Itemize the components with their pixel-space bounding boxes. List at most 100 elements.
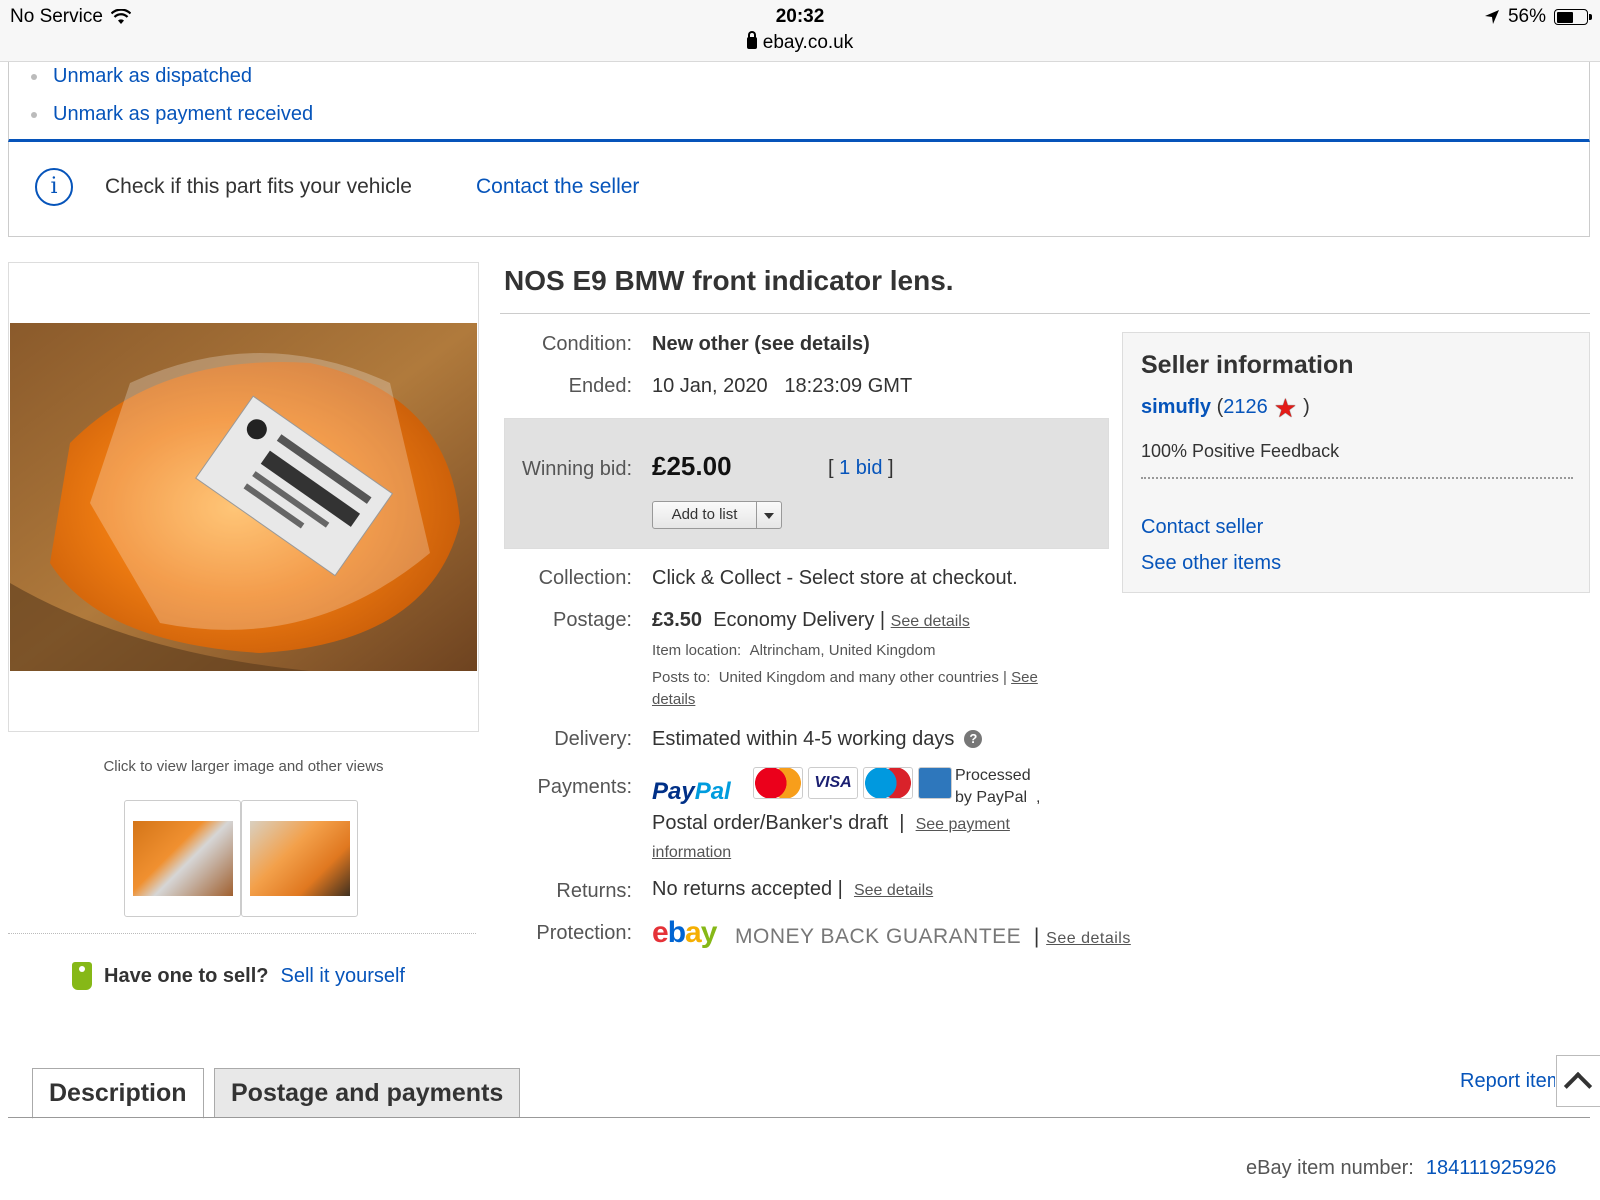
seller-name-row: simufly (2126 ★) (1141, 393, 1310, 424)
image-caption: Click to view larger image and other vie… (103, 758, 384, 775)
ended-label: Ended: (568, 375, 632, 397)
fitment-text: Check if this part fits your vehicle (105, 175, 412, 198)
posts-to-see-link[interactable]: See (1011, 669, 1038, 686)
protection-separator: | (1033, 925, 1040, 948)
thumbnail[interactable] (124, 800, 241, 917)
mbg-text: MONEY BACK GUARANTEE (735, 925, 1022, 948)
postage-see-details-link[interactable]: See details (891, 613, 970, 630)
thumbnail-image (132, 821, 233, 896)
battery-percent: 56% (1507, 6, 1546, 27)
action-item: Unmark as payment received (30, 100, 313, 138)
bid-history-link[interactable]: 1 bid (839, 457, 882, 479)
paypal-logo: PayPal (652, 778, 731, 806)
product-photo (10, 323, 477, 671)
returns-value: No returns accepted | See details (652, 878, 933, 901)
postage-value: £3.50 Economy Delivery | See details (652, 609, 970, 632)
processed-line-1: Processed (955, 767, 1031, 784)
ended-time: 18:23:09 GMT (784, 375, 913, 397)
processed-line-2: by PayPal (955, 789, 1028, 806)
help-icon[interactable]: ? (964, 730, 983, 748)
item-location: Item location: Altrincham, United Kingdo… (652, 642, 935, 659)
collection-label: Collection: (538, 567, 632, 589)
lock-icon (746, 31, 757, 49)
seller-info-box: Seller information simufly (2126 ★) 100% … (1122, 332, 1590, 593)
chevron-down-icon[interactable] (757, 502, 781, 528)
seller-name-link[interactable]: simufly (1141, 396, 1211, 418)
seller-open-paren: ( (1211, 396, 1224, 418)
winning-bid-label: Winning bid: (521, 458, 632, 480)
bid-count: [ 1 bid ] (828, 457, 894, 480)
star-icon: ★ (1273, 393, 1298, 423)
paypal-logo-pay: Pay (652, 778, 695, 805)
protection-label: Protection: (536, 922, 632, 944)
paypal-logo-pal: Pal (694, 778, 731, 805)
payment-information-link[interactable]: information (652, 844, 731, 861)
money-back-guarantee: MONEY BACK GUARANTEE | See details (735, 925, 1131, 949)
winning-bid-price: £25.00 (652, 451, 732, 481)
payment-separator: | (899, 812, 905, 834)
payment-cards: VISA (753, 767, 952, 799)
seller-close-paren: ) (1303, 396, 1310, 418)
address-bar[interactable]: ebay.co.uk (0, 31, 1600, 54)
unmark-dispatched-link[interactable]: Unmark as dispatched (53, 65, 252, 87)
returns-text: No returns accepted | (652, 878, 843, 900)
postage-price: £3.50 (652, 609, 703, 631)
bid-box (504, 418, 1109, 549)
ended-value: 10 Jan, 2020 18:23:09 GMT (652, 375, 912, 398)
battery-icon (1554, 9, 1592, 25)
seller-heading: Seller information (1141, 351, 1354, 379)
action-item: Unmark as dispatched (30, 62, 313, 100)
contact-seller-link[interactable]: Contact the seller (476, 175, 639, 199)
item-number-value: 184111925926 (1425, 1157, 1557, 1179)
tab-postage-payments[interactable]: Postage and payments (214, 1068, 521, 1118)
status-bar: No Service 20:32 ebay.co.uk 56% (0, 0, 1600, 62)
sell-promo: Have one to sell? Sell it yourself (72, 962, 405, 990)
amex-icon (918, 767, 952, 799)
feedback-score-link[interactable]: 2126 (1223, 396, 1268, 418)
payment-info-line: information (652, 840, 731, 863)
see-other-items-link[interactable]: See other items (1141, 552, 1281, 575)
add-to-list-label: Add to list (653, 502, 757, 528)
bracket-open: [ (828, 457, 840, 479)
add-to-list-button[interactable]: Add to list (652, 501, 782, 529)
positive-feedback: 100% Positive Feedback (1141, 441, 1340, 461)
posts-to-line-2: details (652, 691, 695, 708)
chevron-up-icon[interactable] (1556, 1055, 1600, 1107)
info-icon: i (35, 168, 73, 206)
payments-label: Payments: (537, 776, 632, 798)
protection-see-details-link[interactable]: See details (1046, 930, 1131, 947)
postal-order-text: Postal order/Banker's draft (652, 812, 889, 834)
delivery-value: Estimated within 4-5 working days? (652, 728, 983, 751)
maestro-icon (863, 767, 913, 799)
report-item-link[interactable]: Report item (1460, 1070, 1555, 1093)
postal-order: Postal order/Banker's draft | See paymen… (652, 812, 1010, 835)
url-text: ebay.co.uk (762, 32, 854, 53)
visa-icon: VISA (808, 767, 858, 799)
posts-to-value: United Kingdom and many other countries … (718, 669, 1007, 686)
see-payment-link[interactable]: See payment (916, 816, 1010, 833)
order-actions: Unmark as dispatched Unmark as payment r… (8, 62, 1590, 142)
returns-see-details-link[interactable]: See details (854, 882, 933, 899)
unmark-payment-link[interactable]: Unmark as payment received (53, 103, 313, 125)
main-image-box[interactable] (8, 262, 479, 732)
thumbnail[interactable] (241, 800, 358, 917)
collection-value: Click & Collect - Select store at checko… (652, 567, 1018, 589)
clock: 20:32 (775, 6, 825, 27)
fitment-bar: i Check if this part fits your vehicle C… (8, 142, 1590, 237)
tab-description[interactable]: Description (32, 1068, 204, 1119)
item-location-value: Altrincham, United Kingdom (749, 642, 936, 659)
condition-value[interactable]: New other (see details) (652, 333, 870, 356)
item-number: eBay item number: 184111925926 (1246, 1157, 1556, 1180)
posts-to-details-link[interactable]: details (652, 691, 695, 708)
divider (8, 933, 476, 934)
processed-by-paypal: Processed by PayPal , (955, 765, 1040, 809)
postage-label: Postage: (553, 609, 632, 631)
contact-seller-button[interactable]: Contact seller (1141, 516, 1263, 539)
main-image[interactable] (10, 323, 477, 671)
delivery-label: Delivery: (554, 728, 632, 750)
item-title: NOS E9 BMW front indicator lens. (504, 265, 954, 296)
processed-comma: , (1035, 789, 1041, 806)
sell-it-yourself-link[interactable]: Sell it yourself (281, 965, 406, 988)
sell-question: Have one to sell? (104, 964, 269, 987)
item-location-label: Item location: (652, 642, 742, 659)
